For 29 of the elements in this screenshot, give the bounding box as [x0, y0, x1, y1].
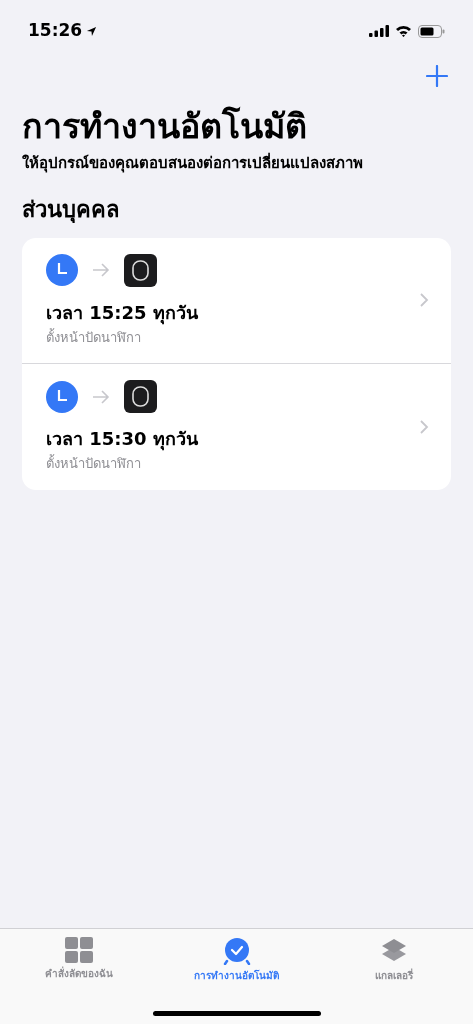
automation-row[interactable]: เวลา 15:25 ทุกวัน ตั้งหน้าปัดนาฬิกา [22, 237, 451, 363]
automation-action: ตั้งหน้าปัดนาฬิกา [46, 327, 142, 347]
page-title: การทำงานอัตโนมัติ [21, 105, 308, 148]
clock-check-icon [222, 937, 251, 965]
add-button[interactable] [425, 64, 449, 88]
battery-icon [418, 24, 445, 38]
automation-title: เวลา 15:25 ทุกวัน [46, 300, 199, 326]
watch-icon [124, 380, 157, 413]
chevron-icon [420, 419, 429, 434]
section-title: ส่วนบุคคล [21, 195, 120, 225]
page-subtitle: ให้อุปกรณ์ของคุณตอบสนองต่อการเปลี่ยนแปลงสภาพ [21, 151, 364, 175]
clock-icon [46, 254, 78, 286]
tab[interactable]: แกลเลอรี่ [315, 937, 473, 983]
automation-action: ตั้งหน้าปัดนาฬิกา [46, 453, 142, 473]
chevron-icon [420, 293, 429, 308]
tab[interactable]: คำสั่งลัดของฉัน [0, 937, 158, 983]
automation-title: เวลา 15:30 ทุกวัน [46, 427, 199, 452]
wifi-icon [395, 25, 412, 37]
tab[interactable]: การทำงานอัตโนมัติ [157, 937, 316, 983]
automation-row[interactable]: เวลา 15:30 ทุกวัน ตั้งหน้าปัดนาฬิกา [22, 363, 451, 490]
grid-icon [64, 937, 93, 963]
watch-icon [124, 253, 157, 287]
status-time: 15:26 [28, 19, 83, 43]
arrow-icon [92, 263, 110, 277]
clock-icon [46, 380, 78, 413]
signal-icon [369, 25, 389, 37]
location-icon [86, 25, 98, 37]
arrow-icon [92, 389, 110, 404]
plus-icon [426, 65, 448, 87]
